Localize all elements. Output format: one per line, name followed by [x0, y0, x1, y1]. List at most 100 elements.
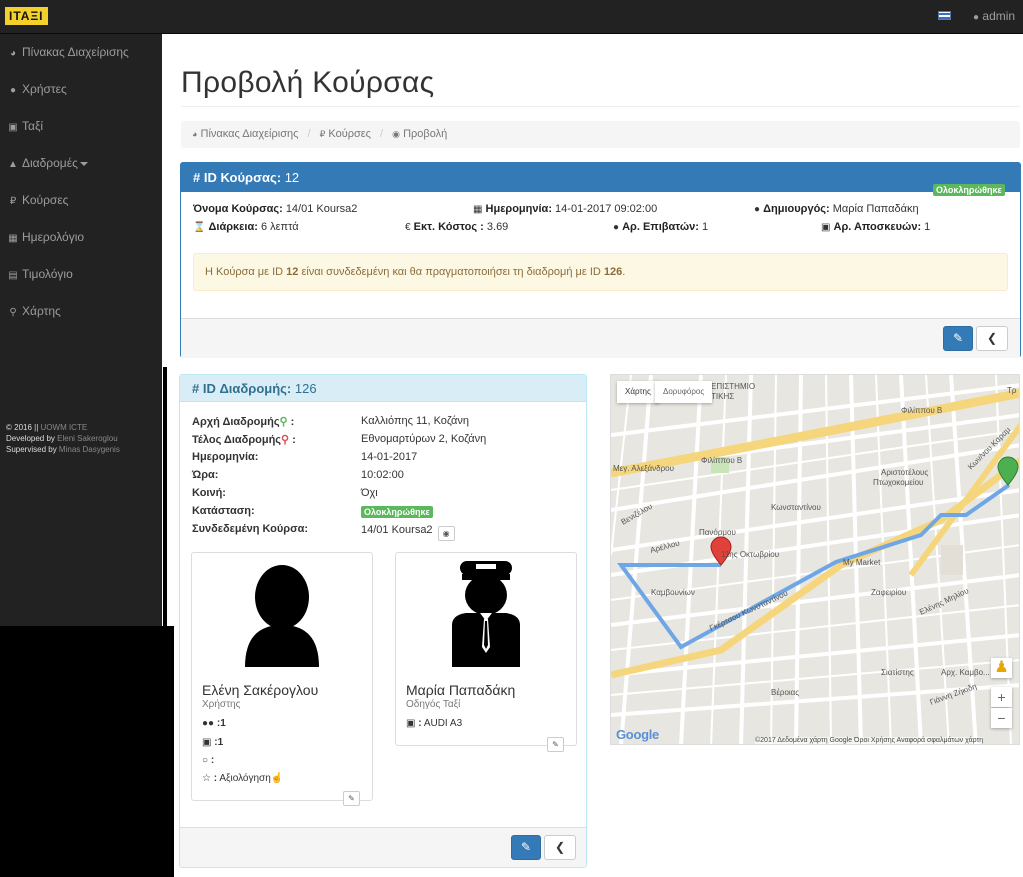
driver-car-row: ▣ : AUDI A3 — [406, 718, 463, 729]
pencil-icon: ✎ — [952, 331, 964, 345]
calendar-icon: ▦ — [8, 233, 18, 244]
red-marker-icon: ⚲ — [281, 434, 290, 446]
pencil-icon: ✎ — [520, 840, 532, 854]
sidebar-item-routes[interactable]: ▲ Διαδρομές — [0, 145, 162, 182]
comment-icon: ○ — [202, 755, 209, 766]
euro-icon: € — [405, 222, 411, 233]
breadcrumb-home[interactable]: Πίνακας Διαχείρισης — [201, 128, 299, 140]
zoom-out-button[interactable]: − — [991, 708, 1012, 728]
street-label: Αριστοτέλους — [881, 468, 928, 477]
hourglass-icon: ⌛ — [193, 222, 206, 233]
edit-route-button[interactable]: ✎ — [511, 835, 541, 860]
zoom-in-button[interactable]: + — [991, 687, 1012, 707]
sidebar-item-map[interactable]: ⚲ Χάρτης — [0, 293, 162, 330]
sidebar-item-label: Ημερολόγιο — [22, 230, 85, 244]
back-button[interactable]: ❮ — [976, 326, 1008, 351]
status-badge: Ολοκληρώθηκε — [933, 184, 1005, 196]
passenger-rating-row[interactable]: ☆ : Αξιολόγηση☝ — [202, 773, 283, 784]
street-label: Βέροιας — [771, 688, 799, 697]
street-label: Αρχ. Καμβο... — [941, 668, 990, 677]
ride-duration: 6 λεπτά — [260, 221, 299, 233]
greek-flag-icon[interactable] — [938, 11, 951, 20]
ride-cost: 3.69 — [486, 221, 509, 233]
breadcrumb-current: Προβολή — [403, 128, 448, 140]
map-marker-icon: ⚲ — [9, 307, 17, 318]
ride-duration-row: ⌛ Διάρκεια: 6 λεπτά — [193, 221, 299, 233]
street-label: Καμβουνίων — [651, 588, 695, 597]
street-label: 11ης Οκτωβρίου — [721, 550, 779, 559]
street-label: Τρ — [1007, 386, 1017, 395]
linked-ride-name: 14/01 Koursa2 — [361, 524, 433, 536]
street-label: Ζαφειρίου — [871, 588, 906, 597]
sidebar-item-invoice[interactable]: ▤ Τιμολόγιο — [0, 256, 162, 293]
map-attribution[interactable]: ©2017 Δεδομένα χάρτη Google Όροι Χρήσης … — [755, 737, 984, 744]
ride-creator: Μαρία Παπαδάκη — [832, 203, 919, 215]
footer-text: © 2016 || — [6, 423, 41, 432]
user-name: admin — [982, 9, 1016, 23]
map-type-satellite-tab[interactable]: Δορυφόρος — [655, 381, 713, 403]
google-logo: Google — [616, 727, 659, 742]
sidebar-item-users[interactable]: ● Χρήστες — [0, 71, 162, 108]
edit-driver-icon[interactable]: ✎ — [547, 737, 564, 752]
alert-ride-id: 12 — [286, 266, 299, 278]
map-canvas[interactable]: Φιλίππου Β Φιλίππου Β Μεγ. Αλεξάνδρου Κω… — [611, 375, 1020, 745]
suitcase-icon: ▣ — [202, 737, 212, 748]
user-menu[interactable]: ● admin — [973, 9, 1015, 23]
chevron-down-icon — [79, 161, 88, 166]
footer-text: Developed by — [6, 434, 58, 443]
breadcrumb-rides[interactable]: Κούρσες — [328, 128, 371, 140]
rating-label[interactable]: Αξιολόγηση — [219, 773, 270, 784]
route-time-label: Ώρα: — [192, 469, 219, 481]
breadcrumb-separator: / — [380, 128, 384, 140]
ride-date-label: Ημερομηνία: — [485, 203, 552, 215]
sidebar-item-taxi[interactable]: ▣ Ταξί — [0, 108, 162, 145]
edit-ride-button[interactable]: ✎ — [943, 326, 973, 351]
sidebar-item-rides[interactable]: ₽ Κούρσες — [0, 182, 162, 219]
route-panel-header: # ID Διαδρομής: 126 — [180, 375, 586, 402]
pegman-icon[interactable]: ♟ — [991, 658, 1012, 678]
route-status-badge: Ολοκληρώθηκε — [361, 506, 433, 518]
street-label: Μεγ. Αλεξάνδρου — [613, 464, 674, 473]
sidebar-item-calendar[interactable]: ▦ Ημερολόγιο — [0, 219, 162, 256]
back-button[interactable]: ❮ — [544, 835, 576, 860]
route-date: 14-01-2017 — [361, 451, 418, 463]
users-icon: ● — [613, 222, 620, 233]
alert-text: . — [622, 266, 626, 278]
car-icon: ▣ — [406, 718, 416, 729]
passenger-comment-row: ○ : — [202, 755, 214, 766]
alert-text: Η Κούρσα με ID — [205, 266, 287, 278]
route-start: Καλλιόπης 11, Κοζάνη — [361, 415, 469, 427]
route-time: 10:02:00 — [361, 469, 404, 481]
brand-logo[interactable]: ITAΞI — [5, 7, 48, 25]
route-map[interactable]: Φιλίππου Β Φιλίππου Β Μεγ. Αλεξάνδρου Κω… — [610, 374, 1020, 745]
route-start-label: Αρχή Διαδρομής — [192, 416, 280, 428]
alert-route-id: 126 — [603, 266, 623, 278]
alert-text: είναι συνδεδεμένη και θα πραγματοποιήσει… — [298, 266, 604, 278]
sidebar-item-label: Κούρσες — [22, 193, 69, 207]
eye-icon[interactable]: ◉ — [437, 526, 455, 541]
passenger-role: Χρήστης — [202, 699, 241, 710]
route-id-label: ID Διαδρομής: — [202, 381, 292, 396]
ride-panel: # ID Κούρσας: 12 Ολοκληρώθηκε Όνομα Κούρ… — [180, 162, 1021, 358]
ride-creator-label: Δημιουργός: — [763, 203, 830, 215]
route-end: Εθνομαρτύρων 2, Κοζάνη — [361, 433, 487, 445]
passenger-luggage: :1 — [214, 737, 224, 748]
driver-card: Μαρία Παπαδάκη Οδηγός Ταξί ▣ : AUDI A3 ✎ — [395, 552, 577, 752]
passenger-name: Ελένη Σακέρογλου — [202, 682, 319, 698]
car-icon: ▣ — [8, 122, 18, 133]
footer-text: Supervised by — [6, 445, 59, 454]
route-panel-footer: ✎ ❮ — [180, 827, 586, 867]
title-divider — [181, 106, 1020, 107]
map-type-map-tab[interactable]: Χάρτης — [617, 381, 659, 403]
hash-icon: # — [192, 381, 203, 396]
footer-developer: Eleni Sakeroglou — [57, 434, 118, 443]
passenger-count-row: ●● :1 — [202, 718, 226, 729]
edit-passenger-icon[interactable]: ✎ — [343, 791, 360, 806]
street-label: Φιλίππου Β — [901, 406, 942, 415]
route-end-label: Τέλος Διαδρομής — [192, 434, 282, 446]
footer-org: UOWM ICTE — [40, 423, 88, 432]
sidebar-item-dashboard[interactable]: ◕ Πίνακας Διαχείρισης — [0, 34, 162, 71]
ride-luggage-label: Αρ. Αποσκευών: — [833, 221, 922, 233]
ride-cost-label: Εκτ. Κόστος : — [413, 221, 484, 233]
ride-name-row: Όνομα Κούρσας: 14/01 Koursa2 — [193, 203, 357, 215]
